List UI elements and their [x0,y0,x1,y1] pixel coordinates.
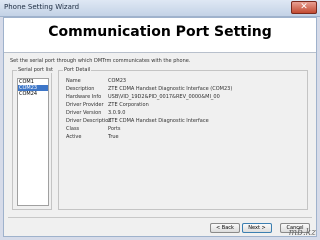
detail-row: Active True [66,133,119,141]
detail-row: Name COM23 [66,77,126,85]
close-icon: ✕ [300,2,308,12]
detail-value: ZTE CDMA Handset Diagnostic Interface [108,118,209,124]
close-button[interactable]: ✕ [291,1,317,14]
page-description: Set the serial port through which DMTrm … [10,58,191,64]
serial-port-group-label: Serial port list [17,67,54,73]
detail-row: Driver Provider ZTE Corporation [66,101,149,109]
port-detail-group: Port Detail Name COM23 Description ZTE CDM… [58,67,308,210]
detail-value: 3.0.9.0 [108,110,126,116]
detail-value: COM23 [108,78,127,84]
detail-row: Hardware Info USB\VID_19D2&PID_0017&REV_0… [66,93,220,101]
watermark: mb.kz [288,228,316,238]
detail-row: Driver DescriptionZTE CDMA Handset Diagn… [66,117,209,125]
detail-key: Driver Version [66,110,102,116]
title-bar[interactable]: Phone Setting Wizard ✕ [0,0,320,17]
wizard-header: Communication Port Setting [4,18,316,52]
detail-row: Driver Version 3.0.9.0 [66,109,126,117]
detail-key: Active [66,134,82,140]
detail-row: Description ZTE CDMA Handset Diagnostic I… [66,85,232,93]
detail-key: Driver Provider [66,102,104,108]
detail-key: Driver Description [66,118,112,124]
detail-key: Hardware Info [66,94,102,100]
detail-value: ZTE CDMA Handset Diagnostic Interface (C… [108,86,233,92]
detail-value: USB\VID_19D2&PID_0017&REV_0000&MI_00 [108,94,220,100]
window-title: Phone Setting Wizard [4,3,80,11]
detail-value: True [108,134,119,140]
detail-key: Description [66,86,95,92]
detail-value: ZTE Corporation [108,102,149,108]
header-divider [4,52,316,53]
serial-port-list[interactable]: COM1 COM23 COM24 [17,78,49,206]
port-item-com24[interactable]: COM24 [18,91,48,97]
detail-key: Class [66,126,80,132]
page-title: Communication Port Setting [48,24,272,40]
serial-port-group: Serial port list COM1 COM23 COM24 [12,67,54,210]
detail-row: Class Ports [66,125,121,133]
detail-value: Ports [108,126,121,132]
wizard-content: Communication Port Setting Set the seria… [3,17,317,237]
footer-divider [8,217,312,218]
back-button[interactable]: < Back [210,223,240,233]
detail-key: Name [66,78,81,84]
next-button[interactable]: Next > [242,223,272,233]
wizard-window: Phone Setting Wizard ✕ Communication Por… [0,0,320,240]
port-detail-group-label: Port Detail [63,67,92,73]
